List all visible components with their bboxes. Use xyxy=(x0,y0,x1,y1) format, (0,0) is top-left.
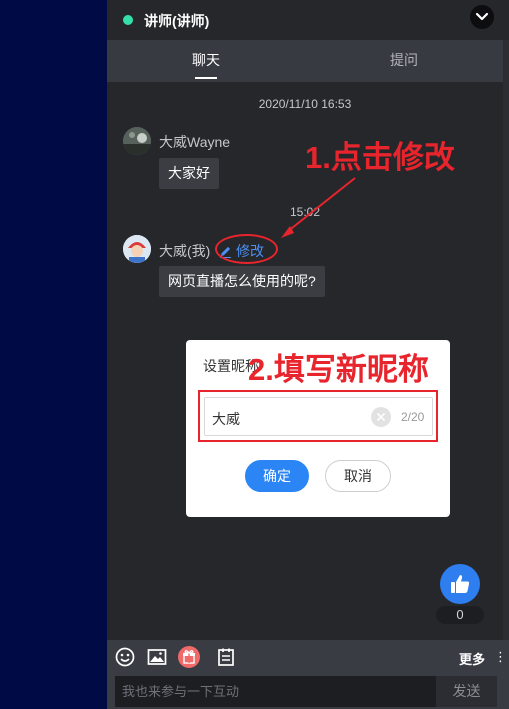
chat-input[interactable] xyxy=(115,676,436,707)
notice-icon[interactable] xyxy=(216,647,236,667)
composer: 发送 xyxy=(107,674,509,709)
more-dots-icon[interactable]: ⋮ xyxy=(494,649,507,665)
cancel-button[interactable]: 取消 xyxy=(325,460,391,492)
image-icon[interactable] xyxy=(147,647,167,667)
more-button[interactable]: 更多 xyxy=(459,649,485,668)
annotation-step2: 2.填写新昵称 xyxy=(248,352,429,387)
thumbs-up-icon xyxy=(451,575,470,593)
left-background xyxy=(0,0,107,709)
chat-toolbar: 更多 ⋮ xyxy=(107,640,509,674)
char-counter: 2/20 xyxy=(401,410,425,424)
like-count: 0 xyxy=(436,606,484,624)
clear-icon[interactable] xyxy=(371,407,391,427)
nickname-value: 大威 xyxy=(212,411,240,427)
emoji-icon[interactable] xyxy=(115,647,135,667)
chat-panel: 讲师(讲师) 聊天 提问 2020/11/10 16:53 大威Wayne 大家… xyxy=(107,0,509,709)
gift-icon[interactable] xyxy=(178,646,200,668)
nickname-input[interactable]: 大威 2/20 xyxy=(204,397,433,436)
send-button[interactable]: 发送 xyxy=(436,676,497,707)
annotation-step1: 1.点击修改 xyxy=(305,140,455,175)
confirm-button[interactable]: 确定 xyxy=(245,460,309,492)
nickname-dialog: 设置昵称 2.填写新昵称 大威 2/20 确定 取消 xyxy=(186,340,450,517)
like-button[interactable] xyxy=(440,564,480,604)
